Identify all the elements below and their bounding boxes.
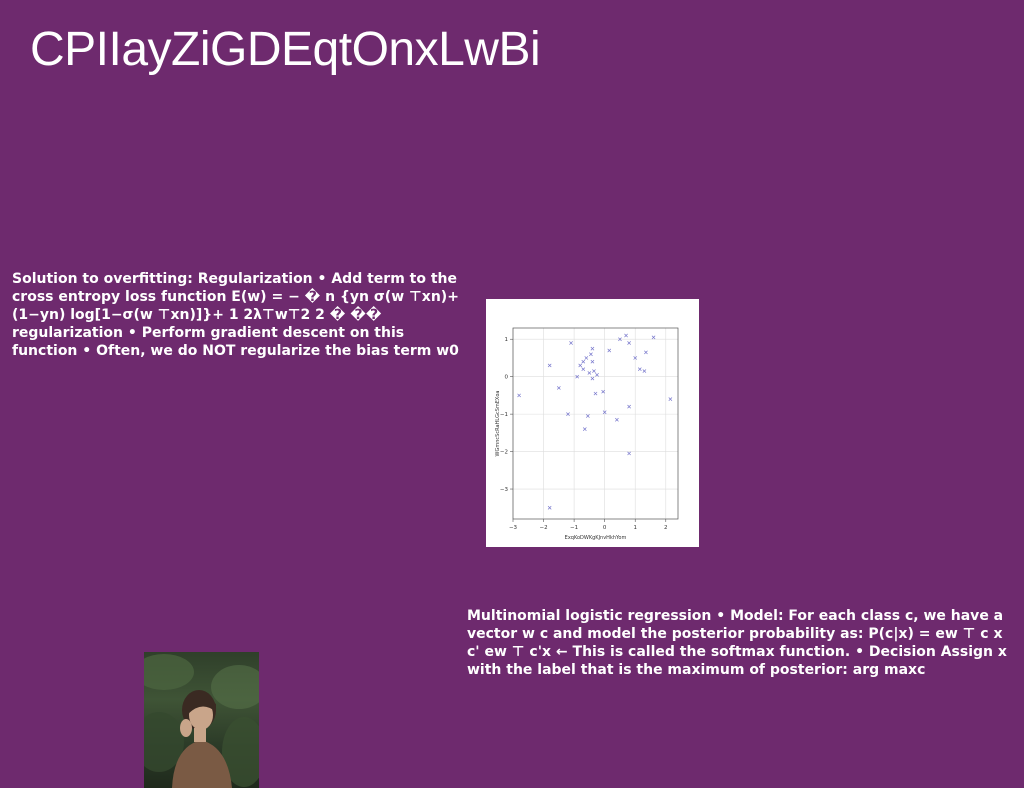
data-point: [556, 386, 561, 390]
data-point: [668, 397, 673, 402]
x-tick-label: 1: [633, 525, 637, 531]
softmax-text: Multinomial logistic regression • Model:…: [467, 608, 1007, 678]
data-point: [607, 348, 612, 353]
data-point: [517, 393, 521, 398]
x-axis-label: ExqKoDWKgKJnvHkhYom: [565, 535, 627, 541]
y-tick-label: −1: [500, 412, 508, 418]
x-tick-label: −1: [570, 525, 578, 531]
data-point: [624, 333, 628, 338]
data-point: [627, 341, 631, 345]
y-axis-label: WGmncScRaHLGcSmEXoa: [495, 391, 501, 457]
data-point: [547, 505, 552, 510]
data-point: [637, 367, 642, 372]
y-tick-label: 0: [505, 375, 509, 381]
data-point: [601, 389, 605, 394]
x-tick-label: 0: [603, 525, 607, 531]
y-tick-label: −2: [500, 450, 508, 456]
data-point: [590, 376, 595, 381]
data-point: [584, 356, 589, 360]
data-point: [590, 346, 595, 351]
data-point: [586, 414, 590, 418]
data-point: [615, 417, 619, 422]
data-point: [627, 404, 631, 409]
x-tick-label: −3: [509, 525, 518, 531]
data-point: [642, 369, 647, 373]
data-point: [581, 367, 586, 372]
data-point: [651, 335, 656, 340]
data-point: [595, 372, 599, 377]
data-point: [578, 363, 583, 368]
plot-frame: [512, 327, 679, 520]
scatter-plot: −3 −2 −1 0 1 2 1 0 −1 −2 −3 ExqKoDWKgKJnvHkhYom WGmn…: [486, 299, 699, 547]
scatter-plot-svg: −3 −2 −1 0 1 2 1 0 −1 −2 −3 ExqKoDWKgKJnvHkhYom WGmn…: [495, 327, 679, 541]
data-point: [589, 352, 593, 357]
slide-title: CPIIayZiGDEqtOnxLwBi: [30, 23, 541, 76]
data-point: [593, 391, 598, 396]
data-point: [644, 350, 648, 355]
y-tick-label: −3: [500, 487, 509, 493]
data-point: [627, 451, 631, 456]
data-point: [582, 427, 587, 431]
data-point: [590, 359, 595, 364]
data-point: [581, 359, 586, 364]
y-tick-label: 1: [505, 337, 509, 343]
portrait-illustration: [144, 654, 259, 788]
data-point: [569, 341, 573, 345]
x-tick-label: 2: [664, 525, 668, 531]
data-point: [587, 371, 592, 375]
portrait-photo: [144, 652, 259, 788]
data-point: [592, 369, 596, 373]
x-tick-label: −2: [540, 525, 548, 531]
data-point: [547, 363, 552, 368]
regularization-text: Solution to overfitting: Regularization …: [12, 271, 459, 359]
